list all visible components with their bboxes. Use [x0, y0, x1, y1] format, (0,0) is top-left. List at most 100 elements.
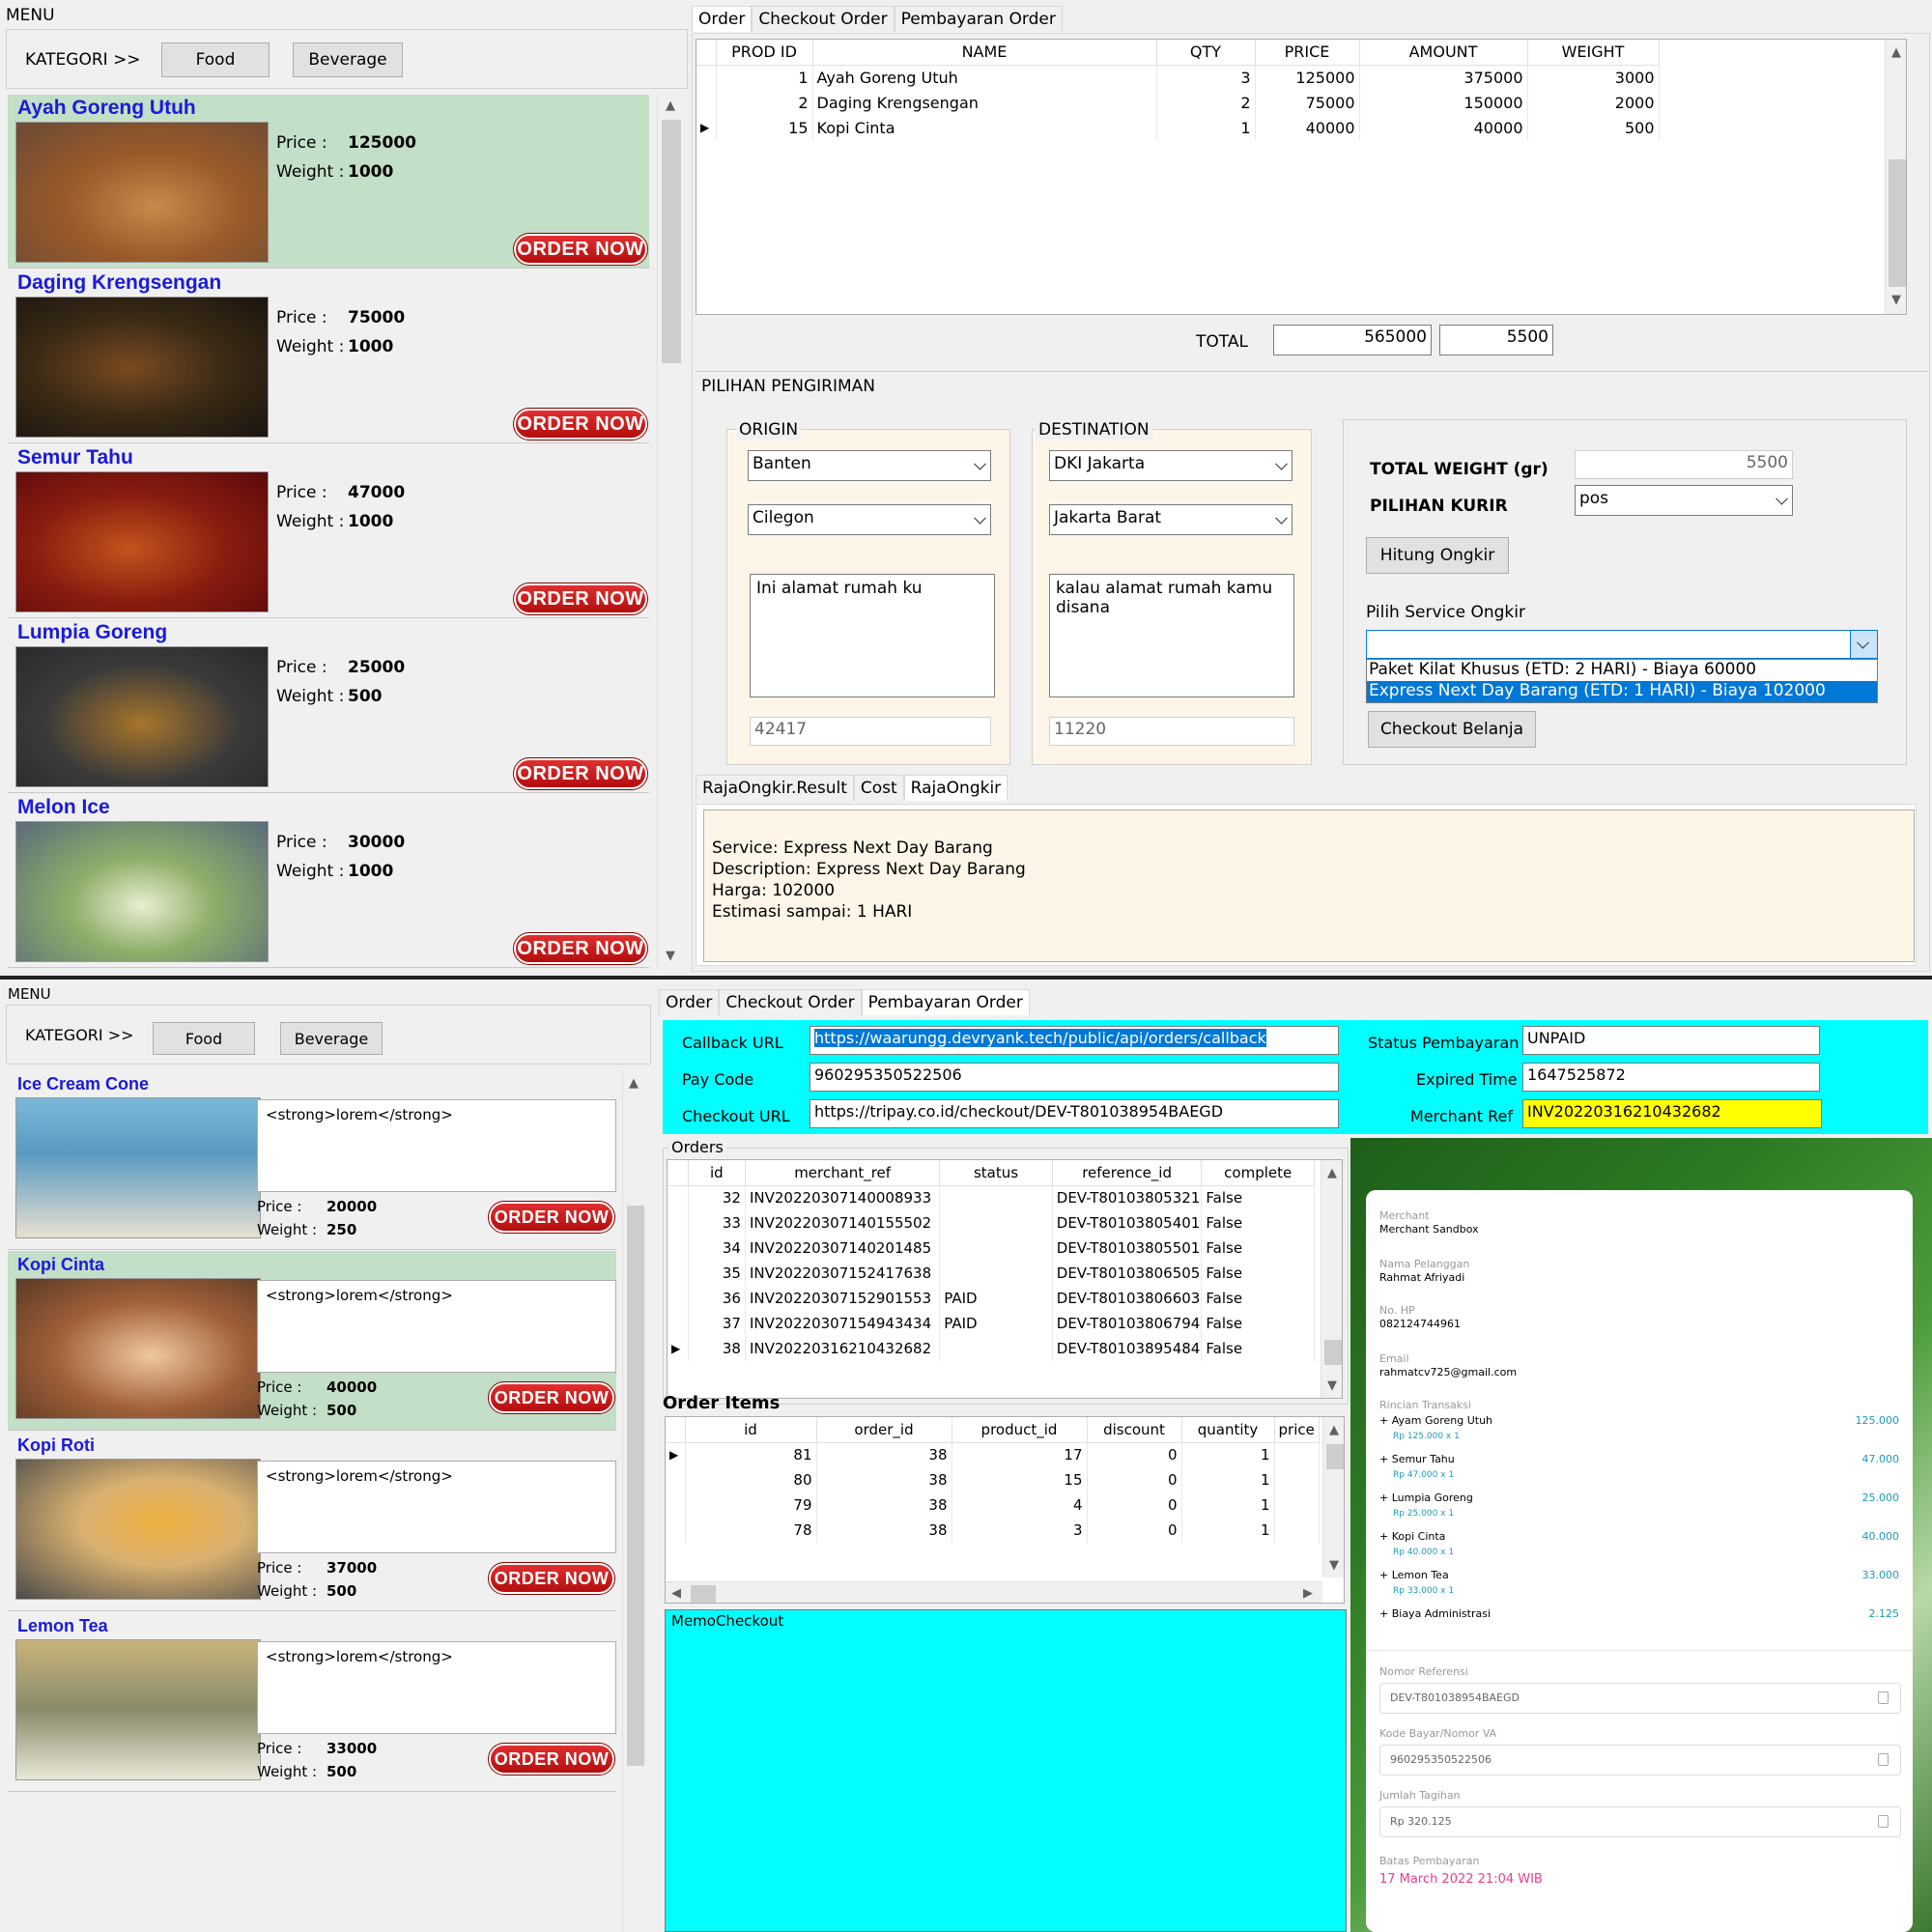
- expired-field[interactable]: 1647525872: [1522, 1063, 1820, 1092]
- food-card[interactable]: Daging Krengsengan Price : 75000 Weight :10…: [8, 270, 649, 443]
- checkout-belanja-button[interactable]: Checkout Belanja: [1368, 711, 1536, 748]
- order-now-button[interactable]: ORDER NOW: [488, 1562, 615, 1595]
- callback-field[interactable]: https://waarungg.devryank.tech/public/ap…: [810, 1026, 1339, 1055]
- beverage-button[interactable]: Beverage: [293, 43, 403, 77]
- tab-rajaongkir[interactable]: RajaOngkir: [903, 775, 1009, 801]
- table-row[interactable]: ▶ 15 Kopi Cinta 1 40000 40000 500: [696, 115, 1660, 140]
- checkout-url-field[interactable]: https://tripay.co.id/checkout/DEV-T80103…: [810, 1099, 1339, 1128]
- orders-scrollbar[interactable]: ▲ ▼: [1321, 1160, 1342, 1398]
- description-box[interactable]: <strong>lorem</strong>: [257, 1461, 616, 1553]
- tab-checkout-order[interactable]: Checkout Order: [719, 989, 862, 1015]
- scroll-right-icon[interactable]: ▶: [1303, 1586, 1313, 1601]
- scroll-thumb[interactable]: [1326, 1444, 1344, 1469]
- paycode-field[interactable]: 960295350522506: [810, 1063, 1339, 1092]
- column-header[interactable]: id: [688, 1160, 746, 1186]
- origin-city-select[interactable]: Cilegon: [748, 504, 991, 535]
- copy-icon[interactable]: [1878, 1753, 1889, 1766]
- column-header[interactable]: NAME: [812, 40, 1157, 66]
- column-header[interactable]: quantity: [1181, 1417, 1275, 1443]
- service-option-kilat[interactable]: Paket Kilat Khusus (ETD: 2 HARI) - Biaya…: [1367, 660, 1877, 681]
- order-items-grid[interactable]: id order_id product_id discount quantity pric…: [665, 1416, 1345, 1604]
- order-now-button[interactable]: ORDER NOW: [513, 408, 648, 440]
- table-row[interactable]: 32 INV20220307140008933 DEV-T801038053213 F…: [668, 1185, 1315, 1210]
- destination-province-select[interactable]: DKI Jakarta: [1049, 450, 1293, 481]
- scroll-thumb[interactable]: [691, 1585, 716, 1603]
- total-weight-input[interactable]: 5500: [1575, 450, 1793, 479]
- order-now-button[interactable]: ORDER NOW: [488, 1381, 615, 1414]
- table-row[interactable]: 2 Daging Krengsengan 2 75000 150000 2000: [696, 90, 1660, 115]
- memo-checkout[interactable]: MemoCheckout: [665, 1609, 1347, 1932]
- column-header[interactable]: id: [685, 1417, 817, 1443]
- scroll-thumb[interactable]: [627, 1206, 644, 1766]
- destination-postal-field[interactable]: 11220: [1049, 717, 1294, 746]
- table-row[interactable]: 35 INV20220307152417638 DEV-T80103806505 Fa…: [668, 1261, 1315, 1286]
- scroll-down-icon[interactable]: ▼: [1891, 293, 1901, 307]
- destination-address-field[interactable]: kalau alamat rumah kamu disana: [1049, 574, 1294, 697]
- order-grid[interactable]: PROD ID NAME QTY PRICE AMOUNT WEIGHT 1 Ayah Go…: [696, 39, 1907, 315]
- result-memo[interactable]: Service: Express Next Day Barang Descrip…: [703, 810, 1915, 962]
- table-row[interactable]: 78 38 3 0 1: [666, 1518, 1320, 1543]
- status-field[interactable]: UNPAID: [1522, 1026, 1820, 1055]
- description-box[interactable]: <strong>lorem</strong>: [257, 1641, 616, 1734]
- total-amount-field[interactable]: 565000: [1273, 325, 1432, 355]
- order-now-button[interactable]: ORDER NOW: [513, 582, 648, 615]
- description-box[interactable]: <strong>lorem</strong>: [257, 1280, 616, 1373]
- kurir-select[interactable]: pos: [1575, 485, 1793, 516]
- order-now-button[interactable]: ORDER NOW: [513, 757, 648, 790]
- column-header[interactable]: discount: [1087, 1417, 1182, 1443]
- order-now-button[interactable]: ORDER NOW: [513, 932, 648, 965]
- beverage-button[interactable]: Beverage: [280, 1022, 383, 1055]
- beverage-card[interactable]: Kopi Roti <strong>lorem</strong> Price : 37…: [8, 1432, 616, 1611]
- tab-pembayaran-order[interactable]: Pembayaran Order: [894, 6, 1063, 32]
- scroll-thumb[interactable]: [1324, 1340, 1342, 1365]
- scroll-left-icon[interactable]: ◀: [671, 1586, 681, 1601]
- food-button[interactable]: Food: [153, 1022, 255, 1055]
- table-row[interactable]: 1 Ayah Goreng Utuh 3 125000 375000 3000: [696, 65, 1660, 90]
- column-header[interactable]: AMOUNT: [1359, 40, 1528, 66]
- origin-postal-field[interactable]: 42417: [750, 717, 991, 746]
- beverage-list-scrollbar[interactable]: ▲: [622, 1070, 647, 1932]
- service-select[interactable]: [1366, 630, 1878, 659]
- food-card[interactable]: Lumpia Goreng Price : 25000 Weight :500 ORDE…: [8, 619, 649, 793]
- food-card[interactable]: Semur Tahu Price : 47000 Weight :1000 ORDER …: [8, 444, 649, 618]
- table-row[interactable]: ▶ 38 INV20220316210432682 DEV-T80103895484 F…: [668, 1336, 1315, 1361]
- items-scrollbar[interactable]: ▲ ▼: [1322, 1417, 1344, 1577]
- column-header[interactable]: complete: [1201, 1160, 1315, 1186]
- origin-province-select[interactable]: Banten: [748, 450, 991, 481]
- column-header[interactable]: merchant_ref: [745, 1160, 941, 1186]
- table-row[interactable]: 33 INV20220307140155502 DEV-T80103805401 Fa…: [668, 1210, 1315, 1236]
- order-now-button[interactable]: ORDER NOW: [488, 1201, 615, 1234]
- copy-icon[interactable]: [1878, 1815, 1889, 1828]
- food-card[interactable]: Melon Ice Price : 30000 Weight :1000 ORDER N…: [8, 794, 649, 968]
- tab-order[interactable]: Order: [659, 989, 720, 1015]
- column-header[interactable]: PRICE: [1255, 40, 1360, 66]
- tab-checkout-order[interactable]: Checkout Order: [752, 6, 895, 32]
- scroll-up-icon[interactable]: ▲: [1329, 1423, 1339, 1437]
- food-button[interactable]: Food: [161, 43, 270, 77]
- column-header[interactable]: QTY: [1156, 40, 1256, 66]
- merchant-ref-field[interactable]: INV20220316210432682: [1522, 1099, 1822, 1128]
- destination-city-select[interactable]: Jakarta Barat: [1049, 504, 1293, 535]
- copy-icon[interactable]: [1878, 1691, 1889, 1704]
- scroll-down-icon[interactable]: ▼: [666, 949, 675, 963]
- food-list-scrollbar[interactable]: ▲ ▼: [657, 95, 684, 970]
- table-row[interactable]: 37 INV20220307154943434 PAID DEV-T801038067…: [668, 1311, 1315, 1336]
- scroll-up-icon[interactable]: ▲: [1327, 1166, 1337, 1180]
- table-row[interactable]: 34 INV20220307140201485 DEV-T80103805501 Fa…: [668, 1236, 1315, 1261]
- column-header[interactable]: WEIGHT: [1527, 40, 1660, 66]
- column-header[interactable]: reference_id: [1052, 1160, 1203, 1186]
- column-header[interactable]: price: [1274, 1417, 1320, 1443]
- total-weight-field[interactable]: 5500: [1439, 325, 1553, 355]
- hitung-ongkir-button[interactable]: Hitung Ongkir: [1366, 537, 1509, 574]
- table-row[interactable]: 80 38 15 0 1: [666, 1467, 1320, 1492]
- tab-pembayaran-order[interactable]: Pembayaran Order: [861, 989, 1030, 1015]
- scroll-thumb[interactable]: [1889, 159, 1906, 287]
- tab-order[interactable]: Order: [692, 6, 753, 32]
- order-now-button[interactable]: ORDER NOW: [488, 1743, 615, 1776]
- scroll-down-icon[interactable]: ▼: [1327, 1378, 1337, 1393]
- order-grid-scrollbar[interactable]: ▲ ▼: [1885, 40, 1906, 314]
- column-header[interactable]: product_id: [952, 1417, 1088, 1443]
- tab-rajaongkir-result[interactable]: RajaOngkir.Result: [696, 775, 854, 801]
- table-row[interactable]: ▶ 81 38 17 0 1: [666, 1442, 1320, 1467]
- scroll-down-icon[interactable]: ▼: [1329, 1558, 1339, 1573]
